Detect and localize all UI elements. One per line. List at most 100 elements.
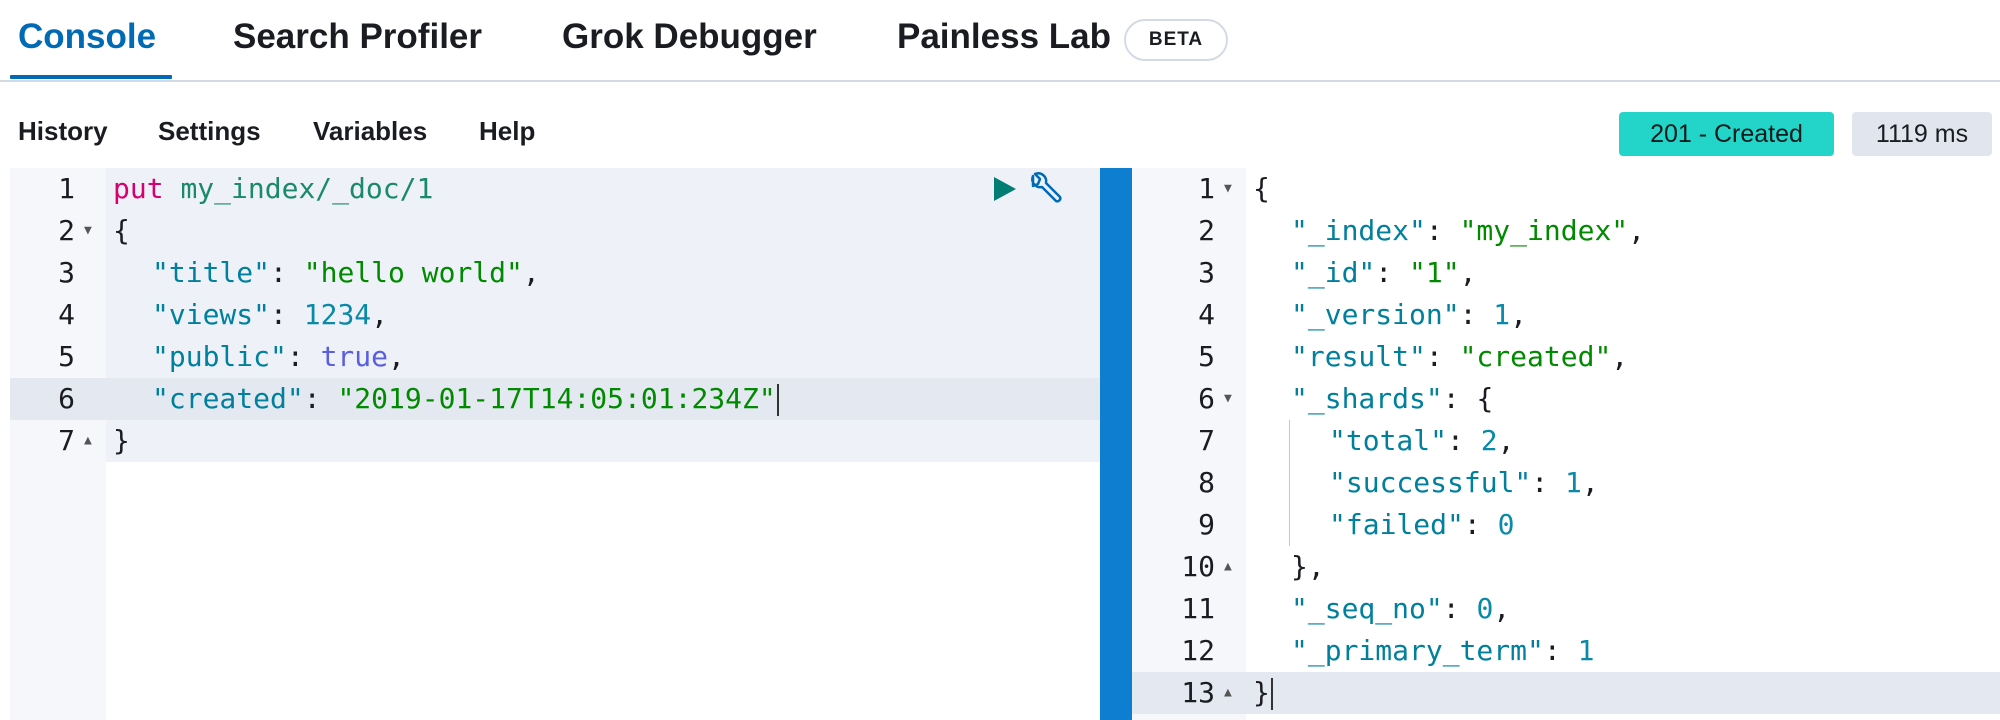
json-key: "failed" [1329,508,1464,541]
json-line: "failed": 0 [1329,508,1515,541]
json-line: "views": 1234, [152,298,389,331]
json-key: "_primary_term" [1291,634,1544,667]
open-brace: { [113,214,130,247]
json-line: "_version": 1, [1291,298,1528,331]
json-key: "views" [152,298,271,331]
fold-open-icon[interactable]: ▼ [84,210,92,252]
json-key: "title" [152,256,271,289]
json-value: 0 [1476,592,1494,625]
line-number: 9 [1198,508,1215,541]
line-number: 7 [58,424,75,457]
json-comma: , [1497,424,1515,457]
json-value: "2019-01-17T14:05:01:234Z" [337,382,776,415]
text-cursor [776,384,779,416]
status-badge: 201 - Created [1619,112,1834,156]
json-line: "_seq_no": 0, [1291,592,1511,625]
menu-settings[interactable]: Settings [158,116,261,147]
json-line: "_primary_term": 1 [1291,634,1595,667]
json-line: "result": "created", [1291,340,1629,373]
line-number: 5 [58,340,75,373]
play-icon[interactable] [985,168,1025,210]
json-key: "created" [152,382,304,415]
close-brace: } [113,424,130,457]
menu-variables[interactable]: Variables [313,116,427,147]
json-value: 1 [1493,298,1511,331]
indent-guide [1289,420,1290,546]
json-key: "_id" [1291,256,1376,289]
fold-open-icon[interactable]: ▼ [1224,378,1232,420]
line-number: 10 [1181,550,1215,583]
json-line: "title": "hello world", [152,256,540,289]
json-key: "_version" [1291,298,1460,331]
json-key: "_shards" [1291,382,1443,415]
request-block-bg [106,210,1100,252]
json-value: 1 [1565,466,1582,499]
json-line: "_shards": { [1291,382,1494,415]
json-key: "public" [152,340,287,373]
json-value: 1234 [303,298,372,331]
fold-close-icon[interactable]: ▲ [1224,546,1232,588]
line-number: 7 [1198,424,1215,457]
json-comma: , [1611,340,1629,373]
json-line: "created": "2019-01-17T14:05:01:234Z" [152,378,779,420]
close-brace: } [1253,672,1273,714]
line-number: 1 [58,172,75,205]
line-number: 1 [1198,172,1215,205]
json-line: }, [1291,550,1325,583]
json-value: 1 [1577,634,1595,667]
line-number: 4 [58,298,75,331]
tab-grok-debugger[interactable]: Grok Debugger [562,0,817,80]
json-line: "_index": "my_index", [1291,214,1646,247]
json-key: "successful" [1329,466,1532,499]
json-value: "hello world" [303,256,523,289]
fold-close-icon[interactable]: ▲ [1224,672,1232,714]
json-value: 0 [1497,508,1515,541]
json-line: "total": 2, [1329,424,1515,457]
line-number: 6 [1198,382,1215,415]
response-viewer: 1 ▼ 2 3 4 5 6 ▼ 7 8 9 10 ▲ 11 12 13 ▲ { … [1132,168,2000,720]
request-line: put my_index/_doc/1 [113,168,433,210]
line-number: 2 [1198,214,1215,247]
json-value: 2 [1480,424,1498,457]
json-value: "created" [1459,340,1612,373]
http-method: put [113,172,164,205]
json-comma: , [388,340,405,373]
json-key: "_index" [1291,214,1426,247]
pane-resize-handle[interactable] [1100,168,1132,720]
json-comma: , [1459,256,1477,289]
line-number: 4 [1198,298,1215,331]
json-value: "my_index" [1459,214,1629,247]
app-tab-bar: Console Search Profiler Grok Debugger Pa… [0,0,2000,82]
json-comma: , [1493,592,1511,625]
json-key: "total" [1329,424,1448,457]
tab-console[interactable]: Console [18,0,156,80]
menu-help[interactable]: Help [479,116,535,147]
fold-close-icon[interactable]: ▲ [84,420,92,462]
close-brace-char: } [1253,676,1270,709]
text-cursor [1270,678,1273,710]
json-comma: , [1581,466,1599,499]
request-path: my_index/_doc/1 [180,172,434,205]
line-number: 3 [1198,256,1215,289]
request-editor[interactable]: 1 2 ▼ 3 4 5 6 7 ▲ put my_index/_doc/1 { … [10,168,1100,720]
json-key: "result" [1291,340,1426,373]
json-comma: , [522,256,540,289]
json-line: "public": true, [152,340,405,373]
wrench-icon[interactable] [1023,168,1067,210]
request-time-badge: 1119 ms [1852,112,1992,156]
line-number: 3 [58,256,75,289]
json-line: "_id": "1", [1291,256,1477,289]
json-comma: , [1628,214,1646,247]
tab-search-profiler[interactable]: Search Profiler [233,0,482,80]
json-comma: , [371,298,389,331]
fold-open-icon[interactable]: ▼ [1224,168,1232,210]
json-key: "_seq_no" [1291,592,1443,625]
request-block-bg [106,420,1100,462]
tab-painless-lab[interactable]: Painless Lab [897,0,1111,80]
line-number: 6 [58,382,75,415]
line-number: 5 [1198,340,1215,373]
line-number: 2 [58,214,75,247]
json-value: { [1476,382,1494,415]
menu-history[interactable]: History [18,116,108,147]
line-number: 8 [1198,466,1215,499]
